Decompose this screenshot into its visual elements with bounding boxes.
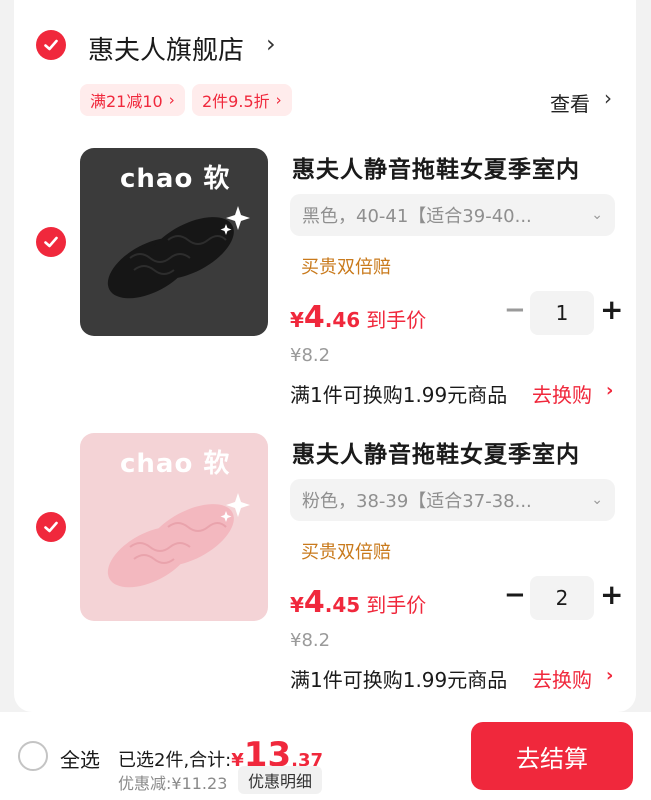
exchange-link[interactable]: 去换购 [532, 379, 592, 408]
price-currency: ¥ [290, 308, 304, 332]
decrement-button[interactable]: − [504, 580, 526, 610]
chevron-down-icon: ⌄ [591, 207, 603, 223]
final-price: ¥ 4 .45 到手价 [290, 585, 426, 620]
discount-detail-button[interactable]: 优惠明细 [238, 766, 323, 794]
price-decimal: .46 [324, 308, 361, 332]
price-integer: 4 [303, 300, 325, 335]
promo-tag-discount[interactable]: 满21减10 › [80, 84, 185, 116]
exchange-link[interactable]: 去换购 [532, 664, 592, 693]
view-link[interactable]: 查看 [550, 88, 590, 117]
checkmark-icon [44, 236, 58, 248]
select-all-radio[interactable] [18, 741, 48, 771]
promo-label: 2件9.5折 [202, 92, 270, 111]
price-label: 到手价 [366, 593, 427, 617]
variant-selector[interactable]: 粉色，38-39【适合37-38... ⌄ [290, 479, 615, 521]
checkout-bar: 全选 已选2件,合计: ¥ 13 .37 优惠减:¥11.23 优惠明细 去结算 [0, 712, 651, 800]
price-guarantee-badge: 买贵双倍赔 [301, 257, 391, 278]
product-image-text: chao 软 [120, 164, 231, 194]
exchange-offer-text: 满1件可换购1.99元商品 [290, 668, 508, 692]
quantity-value[interactable]: 1 [530, 291, 594, 335]
price-decimal: .45 [324, 593, 361, 617]
checkmark-icon [44, 521, 58, 533]
item-checkbox-checked[interactable] [36, 227, 66, 257]
store-header[interactable]: 惠夫人旗舰店 › [14, 22, 636, 68]
quantity-stepper: − 2 + [502, 576, 623, 620]
checkout-button[interactable]: 去结算 [471, 722, 633, 790]
shop-card: 惠夫人旗舰店 › 满21减10 › 2件9.5折 › 查看 › chao 软 惠… [14, 0, 636, 712]
quantity-stepper: − 1 + [502, 291, 623, 335]
chevron-right-icon[interactable]: › [604, 86, 612, 110]
chevron-right-icon[interactable]: › [266, 30, 276, 58]
price-guarantee-badge: 买贵双倍赔 [301, 542, 391, 563]
product-title[interactable]: 惠夫人静音拖鞋女夏季室内 [292, 150, 580, 184]
decrement-button[interactable]: − [504, 295, 526, 325]
discount-amount: 优惠减:¥11.23 [118, 774, 228, 793]
chevron-right-icon: › [168, 91, 175, 109]
summary-label: 已选2件,合计: [118, 750, 232, 771]
product-image[interactable]: chao 软 [80, 433, 268, 621]
store-checkbox-checked[interactable] [36, 30, 66, 60]
promo-tag-bundle[interactable]: 2件9.5折 › [192, 84, 292, 116]
increment-button[interactable]: + [600, 578, 623, 611]
chevron-right-icon[interactable]: › [606, 380, 613, 401]
select-all-label[interactable]: 全选 [60, 744, 100, 773]
increment-button[interactable]: + [600, 293, 623, 326]
product-image[interactable]: chao 软 [80, 148, 268, 336]
store-name[interactable]: 惠夫人旗舰店 [88, 30, 244, 67]
chevron-right-icon[interactable]: › [606, 665, 613, 686]
product-image-text: chao 软 [120, 449, 231, 479]
price-label: 到手价 [366, 308, 427, 332]
checkmark-icon [44, 39, 58, 51]
original-price: ¥8.2 [290, 630, 331, 651]
chevron-right-icon: › [275, 91, 282, 109]
variant-selector[interactable]: 黑色，40-41【适合39-40... ⌄ [290, 194, 615, 236]
price-currency: ¥ [290, 593, 304, 617]
product-title[interactable]: 惠夫人静音拖鞋女夏季室内 [292, 435, 580, 469]
original-price: ¥8.2 [290, 345, 331, 366]
price-integer: 4 [303, 585, 325, 620]
item-checkbox-checked[interactable] [36, 512, 66, 542]
final-price: ¥ 4 .46 到手价 [290, 300, 426, 335]
quantity-value[interactable]: 2 [530, 576, 594, 620]
chevron-down-icon: ⌄ [591, 492, 603, 508]
variant-text: 粉色，38-39【适合37-38... [302, 491, 532, 512]
exchange-offer-text: 满1件可换购1.99元商品 [290, 383, 508, 407]
promo-label: 满21减10 [90, 92, 163, 111]
variant-text: 黑色，40-41【适合39-40... [302, 206, 532, 227]
